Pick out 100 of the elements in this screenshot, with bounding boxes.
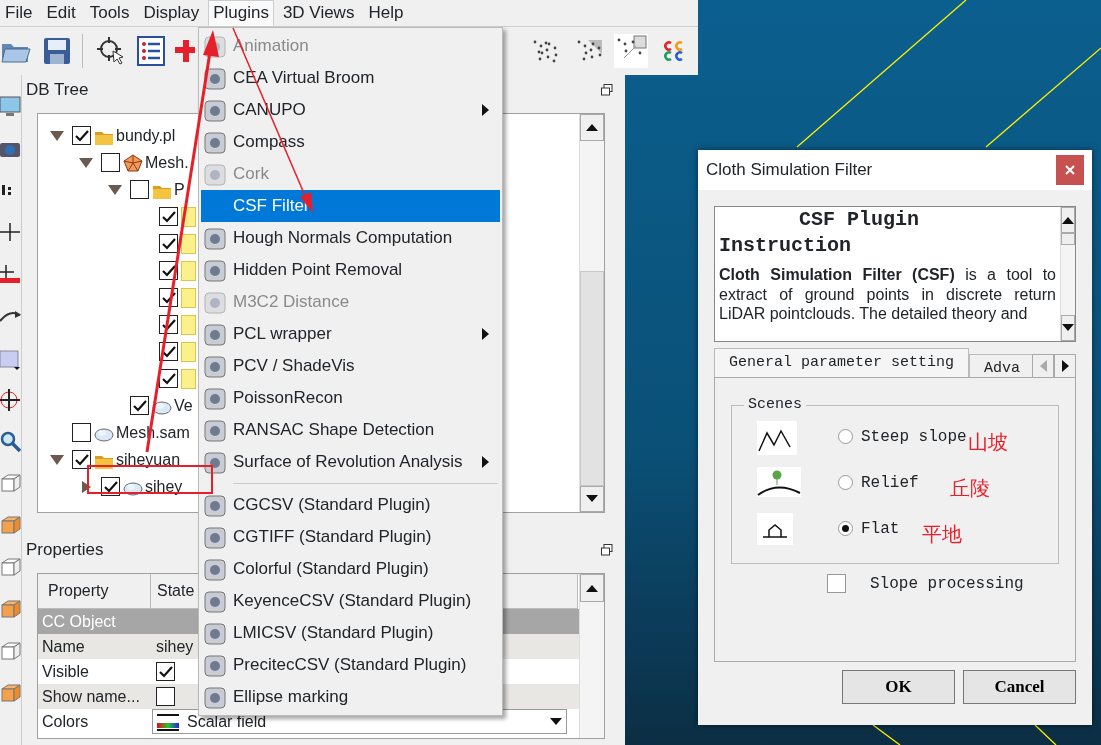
panel-title: Properties — [26, 539, 104, 562]
checkbox-label[interactable]: Slope processing — [870, 571, 1024, 596]
tab[interactable]: Adva — [969, 354, 1032, 378]
checkbox[interactable] — [156, 687, 175, 706]
column-header[interactable]: Property — [38, 574, 151, 609]
tree-item-label[interactable]: siheyuan — [116, 447, 181, 472]
menu-item[interactable]: CSF Filter — [201, 190, 500, 222]
menu-item[interactable]: CGCSV (Standard Plugin) — [201, 489, 500, 521]
down-arrow-icon — [586, 494, 598, 503]
checkbox[interactable] — [159, 369, 178, 388]
scroll-thumb[interactable] — [1061, 233, 1075, 245]
right-arrow-icon — [1061, 360, 1069, 372]
note-icon — [181, 368, 196, 389]
radio-label[interactable]: Steep slope — [861, 424, 967, 449]
menu-item[interactable]: LMICSV (Standard Plugin) — [201, 617, 500, 649]
close-button[interactable] — [1056, 155, 1084, 185]
up-arrow-icon — [586, 123, 598, 132]
left-arrow-icon — [1039, 360, 1047, 372]
scroll-up-button[interactable] — [1061, 207, 1075, 233]
plus-icon[interactable] — [175, 38, 195, 64]
cube-icon[interactable] — [0, 347, 21, 371]
group-title: Scenes — [747, 395, 803, 415]
menu-item[interactable]: Display — [138, 0, 205, 26]
checkbox[interactable] — [72, 423, 91, 442]
tree-item-label[interactable]: P — [174, 177, 185, 202]
menu-item[interactable]: PCV / ShadeVis — [201, 350, 500, 382]
checkbox[interactable] — [101, 153, 120, 172]
radio-button[interactable] — [838, 429, 853, 444]
wireframe-line — [872, 724, 901, 745]
save-icon[interactable] — [42, 36, 72, 66]
restore-icon[interactable] — [601, 544, 613, 556]
menu-item[interactable]: File — [0, 0, 38, 26]
menu-item[interactable]: Hough Normals Computation — [201, 222, 500, 254]
table-cell-text: Show name... — [41, 686, 141, 707]
scroll-up-button[interactable] — [580, 574, 604, 602]
radio-button[interactable] — [838, 521, 853, 536]
collapsed-arrow-icon[interactable] — [79, 480, 93, 493]
menu-item[interactable]: PCL wrapper — [201, 318, 500, 350]
checkbox[interactable] — [72, 450, 91, 469]
tab-scroll-right-button[interactable] — [1054, 354, 1076, 378]
checkbox[interactable] — [72, 126, 91, 145]
dialog-button[interactable]: Cancel — [963, 670, 1076, 704]
tab[interactable]: General parameter setting — [714, 347, 970, 378]
table-cell-text: Name — [41, 636, 86, 657]
up-arrow-icon — [586, 584, 598, 592]
up-arrow-icon — [1062, 216, 1074, 224]
menu-item[interactable]: 3D Views — [277, 0, 360, 26]
annotation-text: 平地 — [922, 520, 962, 548]
scalar-field-icon — [157, 712, 179, 731]
menu-item[interactable]: Surface of Revolution Analysis — [201, 446, 500, 478]
checkbox[interactable] — [827, 574, 846, 593]
axes-icon[interactable] — [0, 389, 21, 413]
checkbox[interactable] — [130, 396, 149, 415]
menu-item[interactable]: Tools — [84, 0, 135, 26]
checkbox[interactable] — [159, 234, 178, 253]
menu-item[interactable]: Colorful (Standard Plugin) — [201, 553, 500, 585]
close-icon — [1065, 165, 1075, 175]
dialog-button[interactable]: OK — [842, 670, 955, 704]
restore-icon[interactable] — [601, 84, 613, 96]
table-cell-text: Visible — [41, 661, 90, 682]
menu-item[interactable]: Help — [363, 0, 409, 26]
dialog-title: Cloth Simulation Filter — [706, 159, 873, 182]
zoom-icon[interactable] — [0, 431, 21, 455]
checkbox[interactable] — [130, 180, 149, 199]
expanded-arrow-icon[interactable] — [108, 183, 122, 196]
mesh-icon — [123, 152, 143, 173]
menu-item[interactable]: PoissonRecon — [201, 382, 500, 414]
tree-item-label[interactable]: bundy.pl — [116, 123, 176, 148]
instruction-heading: Instruction — [719, 233, 853, 259]
wireframe-line — [1034, 724, 1057, 745]
menu-item[interactable]: RANSAC Shape Detection — [201, 414, 500, 446]
menu-item[interactable]: KeyenceCSV (Standard Plugin) — [201, 585, 500, 617]
menu-item[interactable]: Plugins — [208, 0, 274, 26]
radio-label[interactable]: Relief — [861, 470, 919, 495]
scroll-up-button[interactable] — [580, 114, 604, 141]
expanded-arrow-icon[interactable] — [79, 156, 93, 169]
instruction-paragraph: Cloth Simulation Filter (CSF) is a tool to extract of ground points in discrete return LiDAR pointclouds. The detailed theory and — [719, 265, 1056, 324]
annotation-text: 山坡 — [968, 428, 1008, 456]
checkbox[interactable] — [159, 207, 178, 226]
tree-item-label[interactable]: sihey — [145, 474, 183, 499]
color-rings-icon[interactable] — [662, 40, 684, 62]
menu-item[interactable]: Edit — [41, 0, 81, 26]
radio-label[interactable]: Flat — [861, 516, 900, 541]
menu-item[interactable]: CGTIFF (Standard Plugin) — [201, 521, 500, 553]
scroll-down-button[interactable] — [1061, 315, 1075, 341]
note-icon — [181, 287, 196, 308]
instruction-heading: CSF Plugin — [798, 207, 921, 233]
scroll-down-button[interactable] — [580, 485, 604, 512]
menu-item[interactable]: Hidden Point Removal — [201, 254, 500, 286]
tree-item-label[interactable]: Ve — [174, 393, 193, 418]
expanded-arrow-icon[interactable] — [50, 129, 64, 142]
radio-button[interactable] — [838, 475, 853, 490]
scroll-thumb[interactable] — [580, 270, 604, 486]
display-icon[interactable] — [0, 95, 21, 119]
note-icon — [181, 260, 196, 281]
list-icon[interactable] — [137, 36, 165, 66]
tree-item-label[interactable]: Mesh. — [145, 150, 189, 175]
checkbox[interactable] — [156, 662, 175, 681]
menu-item[interactable]: PrecitecCSV (Standard Plugin) — [201, 649, 500, 681]
expanded-arrow-icon[interactable] — [50, 453, 64, 466]
